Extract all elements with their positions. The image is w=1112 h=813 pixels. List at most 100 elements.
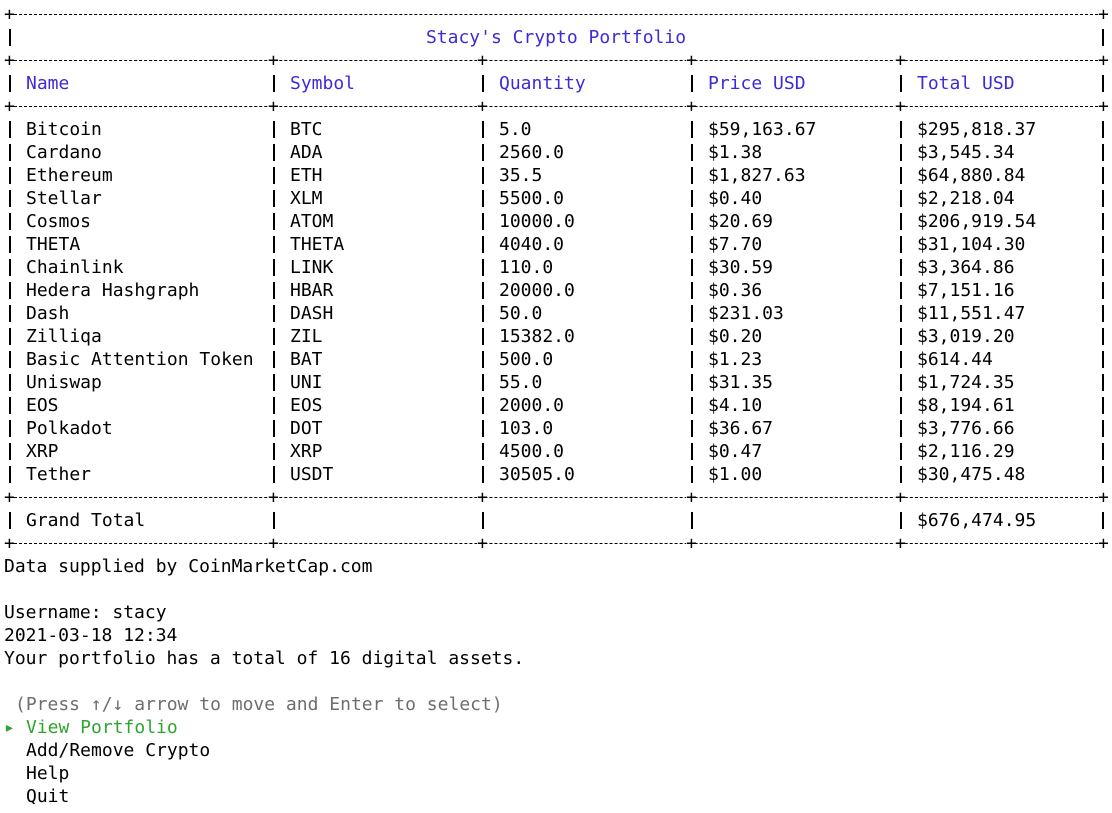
cell-symbol: XRP xyxy=(290,441,323,462)
cell-total-usd: $295,818.37 xyxy=(917,119,1037,140)
cell-price-usd: $7.70 xyxy=(708,234,763,255)
table-row: Cosmos ATOM 10000.0 $20.69 $206,919.54 xyxy=(4,210,1108,233)
cell-symbol: BAT xyxy=(290,349,323,370)
cell-quantity: 35.5 xyxy=(499,165,543,186)
table-border-bottom: + + + + + + xyxy=(4,532,1109,555)
column-header-total-usd[interactable]: Total USD xyxy=(917,72,1015,95)
table-row: Bitcoin BTC 5.0 $59,163.67 $295,818.37 xyxy=(4,118,1108,141)
cell-name: Basic Attention Token xyxy=(26,349,254,370)
table-row: Stellar XLM 5500.0 $0.40 $2,218.04 xyxy=(4,187,1108,210)
cell-symbol: ADA xyxy=(290,142,323,163)
cell-quantity: 103.0 xyxy=(499,418,554,439)
cell-name: Bitcoin xyxy=(26,119,102,140)
table-border-body: + + + + + + xyxy=(4,486,1109,509)
cell-name: Ethereum xyxy=(26,165,113,186)
cell-symbol: HBAR xyxy=(290,280,334,301)
column-header-quantity[interactable]: Quantity xyxy=(499,72,586,95)
menu-hint: (Press ↑/↓ arrow to move and Enter to se… xyxy=(15,694,503,715)
cell-symbol: ETH xyxy=(290,165,323,186)
table-border-header: + + + + + + xyxy=(4,95,1109,118)
table-body: Bitcoin BTC 5.0 $59,163.67 $295,818.37 Cardan… xyxy=(4,118,1108,486)
cell-price-usd: $0.40 xyxy=(708,188,763,209)
menu-item-add-remove-crypto[interactable]: Add/Remove Crypto xyxy=(4,739,1108,762)
table-row: Hedera Hashgraph HBAR 20000.0 $0.36 $7,151.1… xyxy=(4,279,1108,302)
cell-price-usd: $1.23 xyxy=(708,349,763,370)
cell-quantity: 20000.0 xyxy=(499,280,575,301)
cell-name: Uniswap xyxy=(26,372,102,393)
table-border-top: + + xyxy=(4,3,1109,26)
cell-total-usd: $8,194.61 xyxy=(917,395,1015,416)
menu-item-quit[interactable]: Quit xyxy=(4,785,1108,808)
cell-quantity: 10000.0 xyxy=(499,211,575,232)
cell-total-usd: $31,104.30 xyxy=(917,234,1026,255)
cell-total-usd: $2,218.04 xyxy=(917,188,1015,209)
cell-quantity: 15382.0 xyxy=(499,326,575,347)
cell-name: Chainlink xyxy=(26,257,124,278)
selection-pointer-icon: ▸ xyxy=(4,717,15,738)
cell-quantity: 5500.0 xyxy=(499,188,565,209)
cell-total-usd: $1,724.35 xyxy=(917,372,1015,393)
cell-quantity: 110.0 xyxy=(499,257,554,278)
cell-name: Cardano xyxy=(26,142,102,163)
table-border-title: + + + + + + xyxy=(4,49,1109,72)
cell-quantity: 5.0 xyxy=(499,119,532,140)
table-row: Polkadot DOT 103.0 $36.67 $3,776.66 xyxy=(4,417,1108,440)
cell-price-usd: $0.36 xyxy=(708,280,763,301)
cell-total-usd: $64,880.84 xyxy=(917,165,1026,186)
grand-total-label: Grand Total xyxy=(26,510,146,531)
terminal-screen: + + Stacy's Crypto Portfolio + + + + + +… xyxy=(4,3,1109,808)
table-row: Zilliqa ZIL 15382.0 $0.20 $3,019.20 xyxy=(4,325,1108,348)
cell-name: Tether xyxy=(26,464,92,485)
cell-symbol: BTC xyxy=(290,119,323,140)
column-header-symbol[interactable]: Symbol xyxy=(290,72,355,95)
cell-symbol: DOT xyxy=(290,418,323,439)
cell-name: Stellar xyxy=(26,188,102,209)
cell-price-usd: $0.20 xyxy=(708,326,763,347)
datetime-text: 2021-03-18 12:34 xyxy=(4,625,178,646)
menu-item-view-portfolio[interactable]: ▸ View Portfolio xyxy=(4,716,1108,739)
cell-total-usd: $2,116.29 xyxy=(917,441,1015,462)
cell-price-usd: $4.10 xyxy=(708,395,763,416)
grand-total-value: $676,474.95 xyxy=(917,510,1037,531)
menu-item-help[interactable]: Help xyxy=(4,762,1108,785)
cell-symbol: LINK xyxy=(290,257,334,278)
cell-price-usd: $1.38 xyxy=(708,142,763,163)
table-row: XRP XRP 4500.0 $0.47 $2,116.29 xyxy=(4,440,1108,463)
cell-total-usd: $3,019.20 xyxy=(917,326,1015,347)
cell-name: XRP xyxy=(26,441,59,462)
column-header-price-usd[interactable]: Price USD xyxy=(708,72,806,95)
cell-quantity: 2560.0 xyxy=(499,142,565,163)
cell-total-usd: $206,919.54 xyxy=(917,211,1037,232)
column-header-name[interactable]: Name xyxy=(26,72,69,95)
table-title-row: Stacy's Crypto Portfolio xyxy=(4,26,1108,49)
cell-name: THETA xyxy=(26,234,81,255)
cell-quantity: 50.0 xyxy=(499,303,543,324)
cell-total-usd: $11,551.47 xyxy=(917,303,1026,324)
table-row: Cardano ADA 2560.0 $1.38 $3,545.34 xyxy=(4,141,1108,164)
cell-price-usd: $1.00 xyxy=(708,464,763,485)
cell-price-usd: $20.69 xyxy=(708,211,774,232)
table-row: Tether USDT 30505.0 $1.00 $30,475.48 xyxy=(4,463,1108,486)
cell-quantity: 4040.0 xyxy=(499,234,565,255)
data-source-text: Data supplied by CoinMarketCap.com xyxy=(4,556,373,577)
cell-total-usd: $3,364.86 xyxy=(917,257,1015,278)
table-row: Dash DASH 50.0 $231.03 $11,551.47 xyxy=(4,302,1108,325)
cell-price-usd: $0.47 xyxy=(708,441,763,462)
table-row: Ethereum ETH 35.5 $1,827.63 $64,880.84 xyxy=(4,164,1108,187)
cell-name: EOS xyxy=(26,395,59,416)
cell-price-usd: $31.35 xyxy=(708,372,774,393)
cell-symbol: DASH xyxy=(290,303,334,324)
table-row: THETA THETA 4040.0 $7.70 $31,104.30 xyxy=(4,233,1108,256)
cell-quantity: 500.0 xyxy=(499,349,554,370)
cell-price-usd: $1,827.63 xyxy=(708,165,806,186)
table-row: Uniswap UNI 55.0 $31.35 $1,724.35 xyxy=(4,371,1108,394)
cell-symbol: ZIL xyxy=(290,326,323,347)
menu-item-label: View Portfolio xyxy=(26,717,178,738)
cell-symbol: EOS xyxy=(290,395,323,416)
cell-total-usd: $30,475.48 xyxy=(917,464,1026,485)
cell-symbol: XLM xyxy=(290,188,323,209)
grand-total-row: Grand Total $676,474.95 xyxy=(4,509,1108,532)
cell-quantity: 55.0 xyxy=(499,372,543,393)
